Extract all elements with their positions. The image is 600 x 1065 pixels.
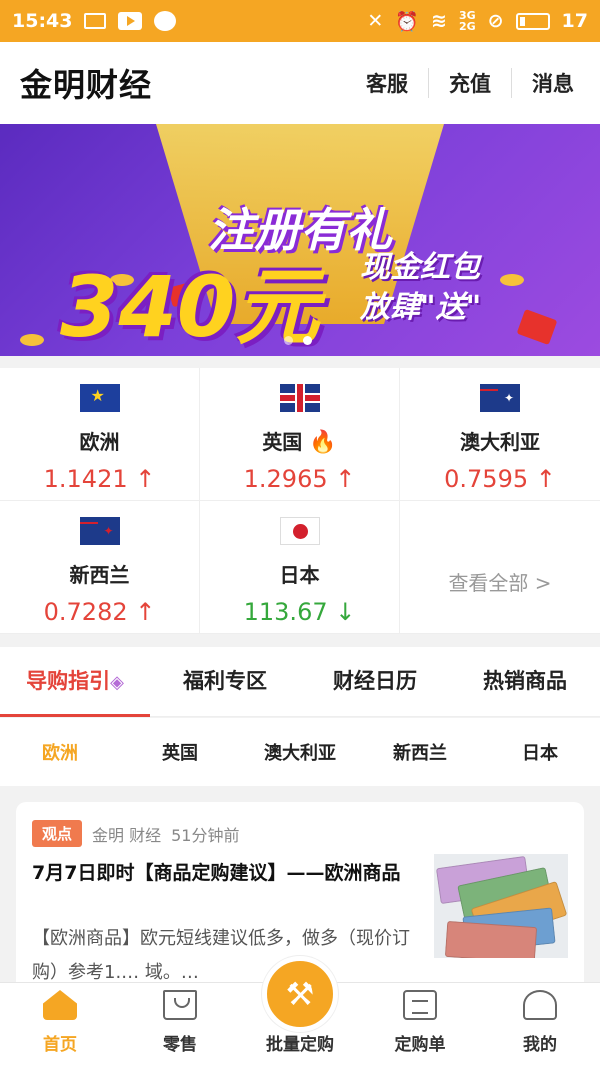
battery-icon [515, 12, 550, 30]
region-subtabs: 欧洲 英国 澳大利亚 新西兰 日本 [0, 718, 600, 786]
nav-orders-label: 定购单 [394, 1035, 446, 1055]
user-icon [523, 990, 557, 1020]
nz-flag-icon [79, 517, 120, 545]
currency-cell-newzealand[interactable]: 新西兰 0.7282 ↑ [0, 501, 200, 634]
gavel-icon: ⚒ [285, 975, 315, 1013]
video-icon [118, 12, 143, 30]
banner-subtitle: 现金红包 放肆"送" [360, 248, 540, 328]
currency-rate: 1.1421 ↑ [43, 465, 156, 493]
subtab-newzealand[interactable]: 新西兰 [360, 739, 480, 765]
article-thumbnail[interactable] [434, 854, 568, 958]
mute-icon: ✕ [367, 10, 384, 32]
shopping-bag-icon [163, 990, 197, 1020]
coin-icon [20, 334, 44, 346]
bulk-order-button[interactable]: ⚒ [262, 956, 338, 1032]
carousel-dot-active[interactable] [303, 336, 312, 345]
nav-orders[interactable]: 定购单 [360, 983, 480, 1065]
subtab-australia[interactable]: 澳大利亚 [240, 739, 360, 765]
currency-rate: 0.7595 ↑ [444, 465, 556, 493]
tab-calendar[interactable]: 财经日历 [300, 647, 450, 717]
battery-level: 17 [561, 10, 588, 32]
customer-service-link[interactable]: 客服 [346, 68, 428, 98]
currency-rate: 0.7282 ↑ [43, 598, 156, 626]
nav-retail[interactable]: 零售 [120, 983, 240, 1065]
currency-name: 日本 [279, 563, 320, 587]
au-flag-icon [480, 384, 520, 412]
currency-rate: 1.2965 ↑ [243, 465, 356, 493]
content-tabs: 导购指引◈ 福利专区 财经日历 热销商品 [0, 647, 600, 717]
status-time: 15:43 [12, 10, 73, 32]
alarm-icon: ⏰ [395, 10, 420, 33]
messages-link[interactable]: 消息 [511, 68, 580, 98]
banner-subtitle-line1: 现金红包 [360, 250, 480, 285]
signal-icon: 3G 2G [458, 9, 476, 33]
article-title[interactable]: 7月7日即时【商品定购建议】——欧洲商品 [32, 858, 418, 888]
nav-home-label: 首页 [43, 1035, 77, 1055]
fire-icon: 🔥 [309, 430, 337, 455]
carousel-dot[interactable] [284, 336, 293, 345]
currency-name: 澳大利亚 [460, 430, 540, 454]
brand-title: 金明财经 [20, 66, 153, 104]
subtab-uk[interactable]: 英国 [120, 739, 240, 765]
arrow-up-icon: ↑ [135, 465, 156, 493]
view-all-cell[interactable]: 查看全部 > [400, 501, 600, 634]
subtab-japan[interactable]: 日本 [480, 739, 600, 765]
status-bar: 15:43 ✕ ⏰ ≋ 3G 2G ⊘ 17 [0, 0, 600, 42]
currency-cell-japan[interactable]: 日本 113.67 ↓ [200, 501, 400, 634]
clipboard-icon [403, 990, 437, 1020]
currency-name: 欧洲 [79, 430, 120, 454]
nav-bulk-label: 批量定购 [266, 1035, 334, 1055]
tab-welfare[interactable]: 福利专区 [150, 647, 300, 717]
chat-icon [154, 11, 177, 31]
article-tag: 观点 [32, 820, 83, 847]
view-all-link[interactable]: 查看全部 > [448, 567, 551, 596]
nav-retail-label: 零售 [163, 1035, 197, 1055]
article-source: 金明 财经 [92, 825, 162, 845]
wifi-icon: ≋ [431, 10, 447, 32]
nav-profile-label: 我的 [523, 1035, 557, 1055]
home-icon [43, 990, 77, 1020]
arrow-up-icon: ↑ [535, 465, 556, 493]
article-time: 51分钟前 [171, 825, 240, 845]
arrow-up-icon: ↑ [135, 598, 156, 626]
article-excerpt: 【欧洲商品】欧元短线建议低多，做多（现价订购）参考1.… 域。… [32, 928, 410, 983]
subtab-europe[interactable]: 欧洲 [0, 739, 120, 765]
recharge-link[interactable]: 充值 [428, 68, 511, 98]
article-meta: 观点 金明 财经 51分钟前 [32, 820, 568, 847]
carousel-indicator[interactable] [284, 336, 312, 345]
arrow-down-icon: ↓ [335, 598, 356, 626]
currency-grid: 欧洲 1.1421 ↑ 英国 🔥 1.2965 ↑ 澳大利亚 0.7595 ↑ … [0, 368, 600, 634]
currency-cell-europe[interactable]: 欧洲 1.1421 ↑ [0, 368, 200, 501]
banner-subtitle-line2: 放肆"送" [360, 290, 482, 325]
nav-home[interactable]: 首页 [0, 983, 120, 1065]
tab-shopping-guide[interactable]: 导购指引◈ [0, 647, 150, 717]
currency-name: 新西兰 [69, 563, 130, 587]
diamond-icon: ◈ [110, 671, 124, 693]
nav-profile[interactable]: 我的 [480, 983, 600, 1065]
eu-flag-icon [79, 384, 120, 412]
header-links: 客服 充值 消息 [346, 68, 580, 98]
arrow-up-icon: ↑ [335, 465, 356, 493]
currency-rate: 113.67 ↓ [243, 598, 356, 626]
image-icon [84, 13, 107, 29]
currency-name: 英国 🔥 [262, 430, 337, 455]
banner-amount: 340元 [60, 258, 320, 356]
no-disturb-icon: ⊘ [487, 10, 504, 32]
app-header: 金明财经 客服 充值 消息 [0, 42, 600, 124]
promo-banner[interactable]: 注册有礼 340元 现金红包 放肆"送" [0, 124, 600, 356]
uk-flag-icon [279, 384, 320, 412]
tab-hot-products[interactable]: 热销商品 [450, 647, 600, 717]
currency-cell-australia[interactable]: 澳大利亚 0.7595 ↑ [400, 368, 600, 501]
banknote-image [444, 920, 538, 958]
jp-flag-icon [279, 517, 320, 545]
currency-cell-uk[interactable]: 英国 🔥 1.2965 ↑ [200, 368, 400, 501]
